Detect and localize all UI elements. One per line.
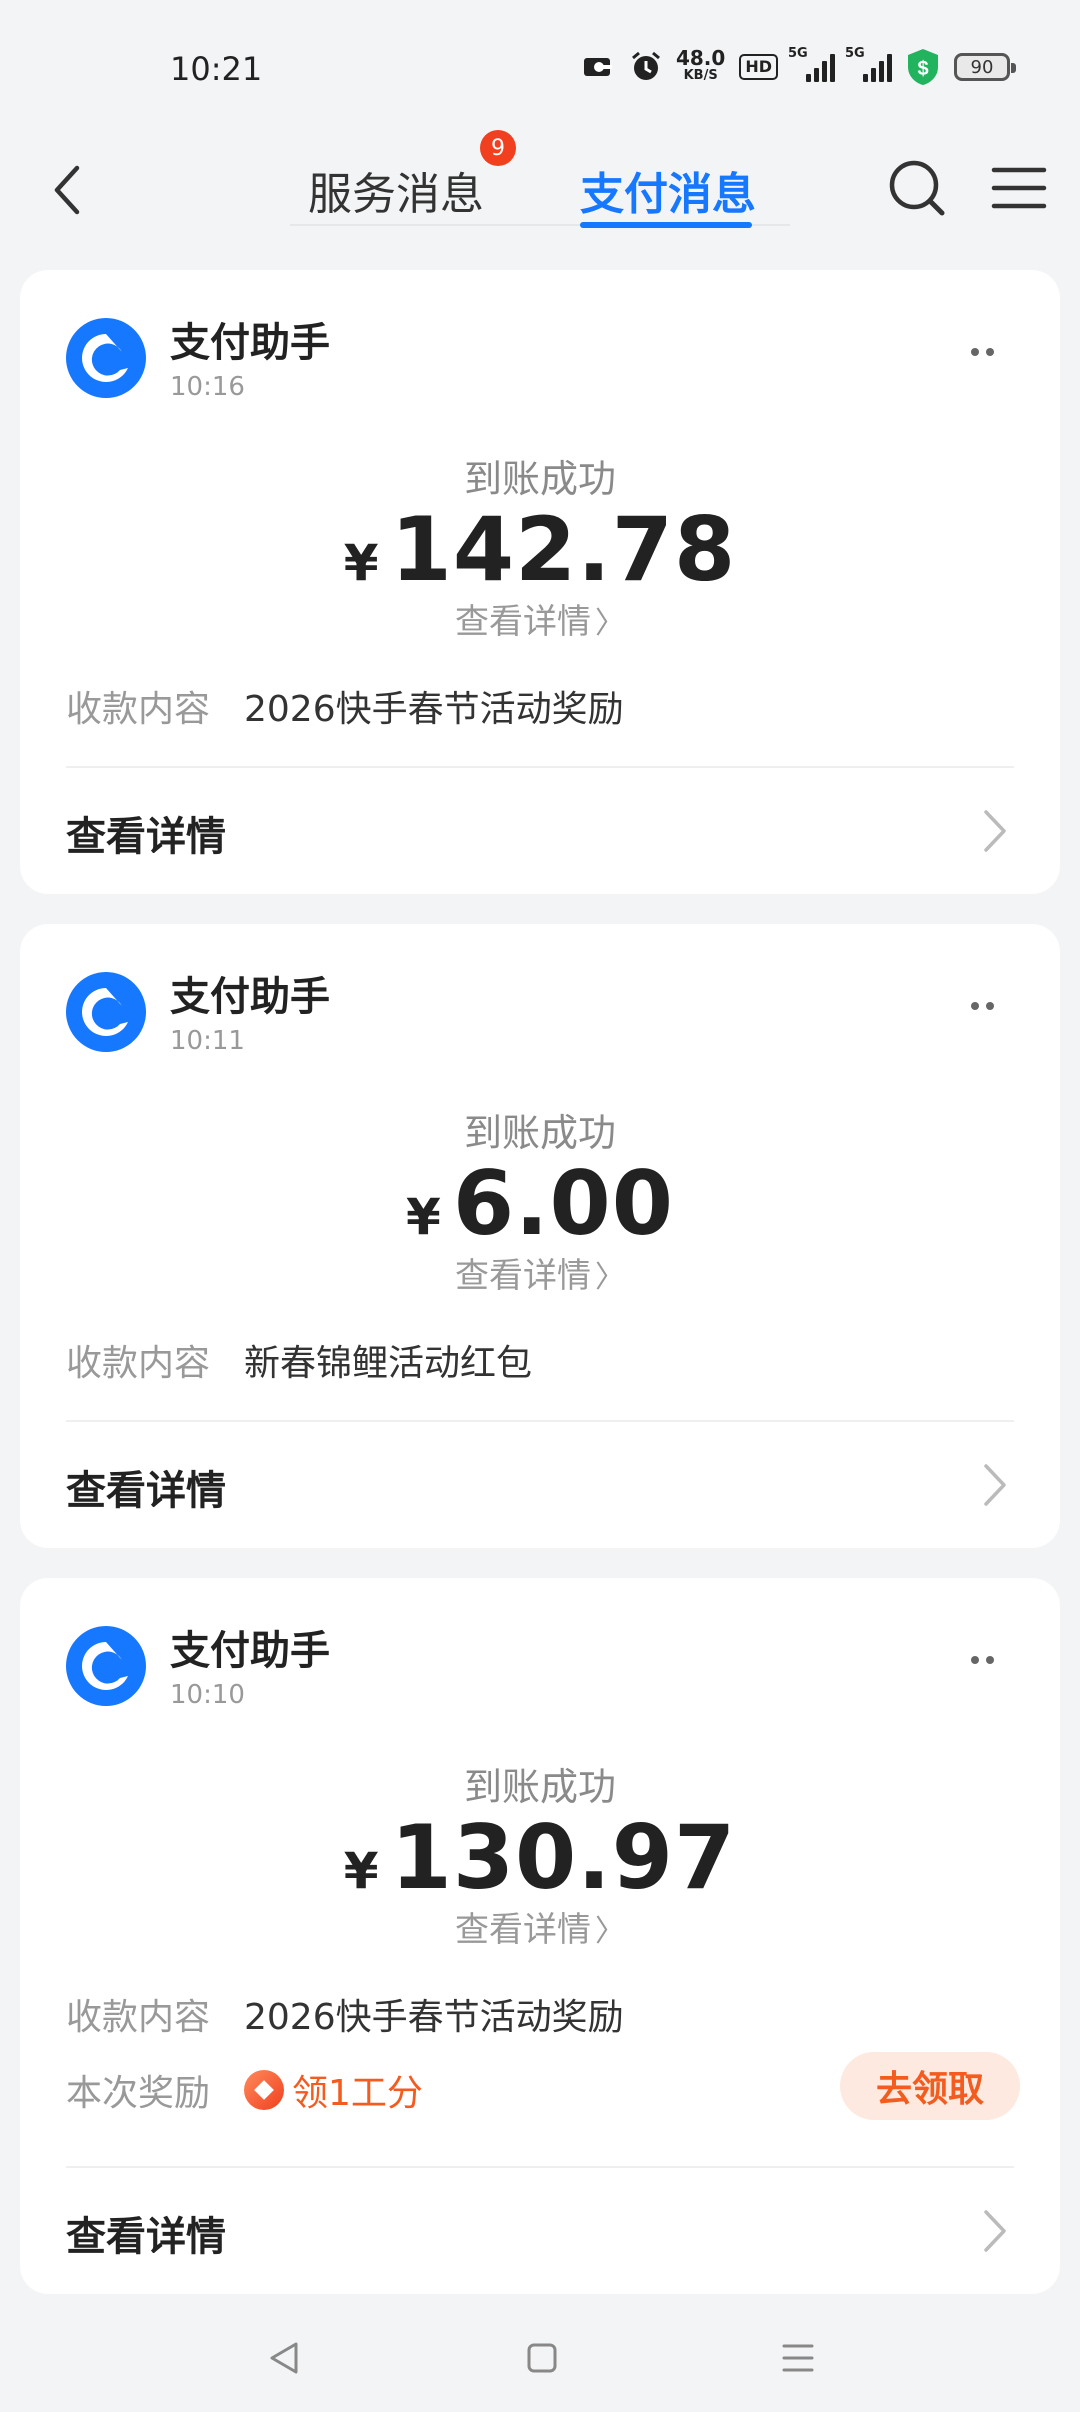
view-details-link[interactable]: 查看详情〉 xyxy=(20,594,1060,643)
chevron-right-icon: 〉 xyxy=(595,1914,625,1949)
sender-name: 支付助手 xyxy=(170,1628,330,1674)
hd-voice-icon: HD xyxy=(739,54,778,80)
svg-text:¥: ¥ xyxy=(98,998,115,1026)
alarm-icon xyxy=(630,51,662,83)
chevron-right-icon xyxy=(984,2210,1006,2252)
menu-recents-icon xyxy=(782,2344,814,2372)
square-home-icon xyxy=(527,2343,557,2373)
message-time: 10:16 xyxy=(170,372,245,402)
security-shield-icon: $ xyxy=(906,48,940,86)
battery-icon: 90 xyxy=(954,53,1016,81)
sender-name: 支付助手 xyxy=(170,974,330,1020)
more-options-button[interactable] xyxy=(952,986,1012,1026)
unread-badge: 9 xyxy=(480,130,516,166)
payment-content-row: 收款内容 2026快手春节活动奖励 xyxy=(66,1988,624,2040)
chevron-left-icon xyxy=(54,165,80,215)
view-details-label: 查看详情 xyxy=(66,2214,226,2260)
reward-label: 本次奖励 xyxy=(66,2073,211,2114)
status-bar: 10:21 48.0 KB/S HD 5G 5G $ 90 xyxy=(0,0,1080,140)
payment-status: 到账成功 xyxy=(463,1765,616,1809)
yuan-icon: ¥ xyxy=(82,334,128,383)
view-details-link[interactable]: 查看详情〉 xyxy=(20,1902,1060,1951)
amount: ¥ 130.97 xyxy=(20,1806,1060,1909)
more-options-button[interactable] xyxy=(952,332,1012,372)
currency-symbol: ¥ xyxy=(343,534,379,592)
svg-text:¥: ¥ xyxy=(98,1652,115,1680)
payment-status: 到账成功 xyxy=(463,1111,616,1155)
search-icon xyxy=(889,160,945,216)
system-navigation-bar xyxy=(0,2300,1080,2412)
payment-content-row: 收款内容 新春锦鲤活动红包 xyxy=(66,1334,532,1386)
chevron-right-icon: 〉 xyxy=(595,1260,625,1295)
chevron-right-icon xyxy=(984,1464,1006,1506)
message-card: ¥ 支付助手 10:11 到账成功 ¥ 6.00 查看详情〉 收款内容 新春锦鲤… xyxy=(20,924,1060,1548)
card-header: ¥ 支付助手 10:11 xyxy=(66,972,330,1056)
tab-service-messages[interactable]: 服务消息 xyxy=(308,140,484,240)
message-time: 10:10 xyxy=(170,1680,245,1710)
menu-icon xyxy=(991,167,1047,209)
notification-mute-icon xyxy=(582,52,616,82)
view-details-row[interactable]: 查看详情 xyxy=(20,768,1060,892)
chevron-right-icon xyxy=(984,810,1006,852)
pay-assistant-avatar: ¥ xyxy=(66,972,146,1052)
sender-name: 支付助手 xyxy=(170,320,330,366)
chevron-right-icon: 〉 xyxy=(595,606,625,641)
yuan-icon: ¥ xyxy=(82,1642,128,1691)
currency-symbol: ¥ xyxy=(406,1188,441,1246)
amount-value: 6.00 xyxy=(452,1152,674,1255)
info-value: 2026快手春节活动奖励 xyxy=(244,689,624,730)
card-header: ¥ 支付助手 10:10 xyxy=(66,1626,330,1710)
card-header: ¥ 支付助手 10:16 xyxy=(66,318,330,402)
nav-home-button[interactable] xyxy=(512,2328,572,2388)
view-details-label: 查看详情 xyxy=(66,814,226,860)
message-card: ¥ 支付助手 10:10 到账成功 ¥ 130.97 查看详情〉 收款内容 20… xyxy=(20,1578,1060,2294)
info-value: 2026快手春节活动奖励 xyxy=(244,1997,624,2038)
pay-assistant-avatar: ¥ xyxy=(66,1626,146,1706)
active-tab-indicator xyxy=(580,222,752,228)
yuan-icon: ¥ xyxy=(82,988,128,1037)
tab-payment-label: 支付消息 xyxy=(580,169,756,220)
triangle-back-icon xyxy=(270,2342,298,2374)
amount: ¥ 142.78 xyxy=(20,498,1060,601)
nav-back-button[interactable] xyxy=(254,2328,314,2388)
signal-icon-2: 5G xyxy=(845,46,892,82)
info-label: 收款内容 xyxy=(66,1343,211,1384)
svg-text:¥: ¥ xyxy=(98,344,115,372)
claim-reward-button[interactable]: 去领取 xyxy=(840,2052,1020,2120)
back-button[interactable] xyxy=(36,150,96,230)
view-details-link[interactable]: 查看详情〉 xyxy=(20,1248,1060,1297)
menu-button[interactable] xyxy=(984,148,1054,228)
tab-service-label: 服务消息 xyxy=(308,169,484,220)
info-value: 新春锦鲤活动红包 xyxy=(244,1343,533,1384)
header: 服务消息 9 支付消息 xyxy=(0,130,1080,260)
reward-value: 领1工分 xyxy=(244,2064,423,2116)
reward-points-icon xyxy=(244,2070,284,2110)
status-icons: 48.0 KB/S HD 5G 5G $ 90 xyxy=(582,46,1016,86)
message-time: 10:11 xyxy=(170,1026,245,1056)
network-speed: 48.0 KB/S xyxy=(675,46,726,83)
amount-value: 130.97 xyxy=(390,1806,737,1909)
nav-recents-button[interactable] xyxy=(768,2328,828,2388)
view-details-row[interactable]: 查看详情 xyxy=(20,2168,1060,2292)
amount-value: 142.78 xyxy=(390,498,737,601)
currency-symbol: ¥ xyxy=(343,1842,379,1900)
signal-icon-1: 5G xyxy=(788,46,835,82)
svg-text:$: $ xyxy=(917,58,928,80)
payment-content-row: 收款内容 2026快手春节活动奖励 xyxy=(66,680,624,732)
view-details-row[interactable]: 查看详情 xyxy=(20,1422,1060,1546)
reward-row: 本次奖励 领1工分 xyxy=(66,2064,423,2116)
more-options-button[interactable] xyxy=(952,1640,1012,1680)
pay-assistant-avatar: ¥ xyxy=(66,318,146,398)
info-label: 收款内容 xyxy=(66,1997,211,2038)
message-card: ¥ 支付助手 10:16 到账成功 ¥ 142.78 查看详情〉 收款内容 20… xyxy=(20,270,1060,894)
amount: ¥ 6.00 xyxy=(20,1152,1060,1255)
search-button[interactable] xyxy=(882,148,952,228)
info-label: 收款内容 xyxy=(66,689,211,730)
status-time: 10:21 xyxy=(170,50,263,88)
view-details-label: 查看详情 xyxy=(66,1468,226,1514)
payment-status: 到账成功 xyxy=(463,457,616,501)
